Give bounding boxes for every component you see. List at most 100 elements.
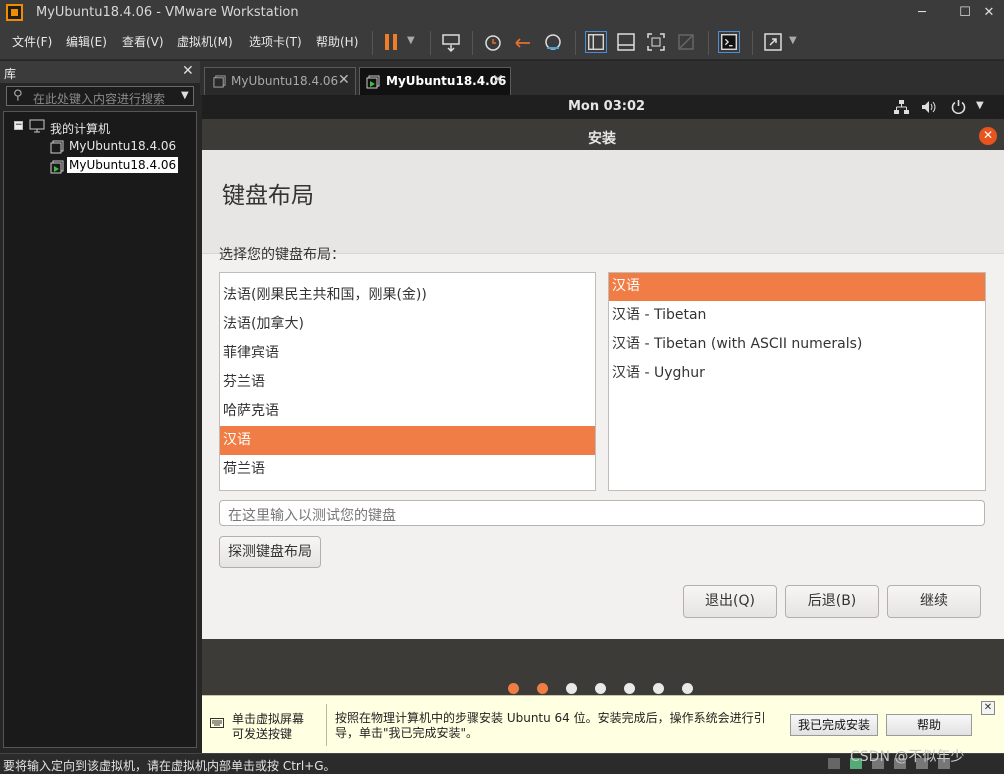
keyboard-icon <box>210 718 224 728</box>
snapshot-icon[interactable] <box>482 31 504 53</box>
minimize-icon[interactable]: ─ <box>907 0 937 25</box>
close-icon[interactable]: ✕ <box>979 127 997 145</box>
installer-dialog: 安装 ✕ 键盘布局 选择您的键盘布局： 法语(刚果民主共和国，刚果(金)) 法语(… <box>202 122 1004 639</box>
library-title: 库 <box>4 67 17 81</box>
computer-icon <box>29 119 45 133</box>
list-item[interactable]: 汉语 - Tibetan <box>609 301 985 330</box>
tab-label: MyUbuntu18.4.06 <box>231 74 339 88</box>
close-icon[interactable]: ✕ <box>182 63 194 79</box>
watermark: CSDN @不似年少 <box>850 749 965 765</box>
list-item-selected[interactable]: 汉语 <box>220 426 595 455</box>
menu-view[interactable]: 查看(V) <box>122 33 164 50</box>
close-window-icon[interactable]: ✕ <box>974 0 1004 25</box>
revert-snapshot-icon[interactable] <box>512 31 534 53</box>
menu-edit[interactable]: 编辑(E) <box>66 33 107 50</box>
vm-icon <box>50 140 64 154</box>
list-item[interactable]: 哈萨克语 <box>220 397 595 426</box>
thumbnail-bar-icon[interactable] <box>615 31 637 53</box>
list-item[interactable]: 法语(刚果民主共和国，刚果(金)) <box>220 281 595 310</box>
network-icon[interactable] <box>894 100 909 114</box>
list-item[interactable]: 法语(加拿大) <box>220 310 595 339</box>
tab-label: MyUbuntu18.4.06 <box>386 74 507 88</box>
menu-vm[interactable]: 虚拟机(M) <box>177 33 233 50</box>
console-view-icon[interactable] <box>718 31 740 53</box>
tree-item-vm-selected[interactable]: MyUbuntu18.4.06 <box>67 157 179 173</box>
vm-icon <box>213 75 226 88</box>
tab-vm-1[interactable]: MyUbuntu18.4.06 ✕ <box>204 67 356 95</box>
list-item[interactable]: 菲律宾语 <box>220 339 595 368</box>
stretch-view-icon[interactable] <box>762 31 784 53</box>
clock[interactable]: Mon 03:02 <box>568 99 645 114</box>
vmware-logo-icon <box>6 4 23 21</box>
send-ctrl-alt-del-icon[interactable] <box>440 31 462 53</box>
chevron-down-icon[interactable]: ▼ <box>976 100 984 111</box>
volume-icon[interactable] <box>921 100 938 114</box>
vm-screen[interactable]: Mon 03:02 ▼ 安装 ✕ 键盘布局 选择您的键盘布局： 法语(刚果民主共… <box>202 95 1004 695</box>
page-title: 键盘布局 <box>222 183 314 209</box>
search-icon: ⚲ <box>13 88 23 103</box>
power-icon[interactable] <box>951 99 966 114</box>
menu-tabs[interactable]: 选项卡(T) <box>249 33 302 50</box>
toolbar-divider <box>472 31 473 55</box>
list-item[interactable]: 汉语 - Tibetan (with ASCII numerals) <box>609 330 985 359</box>
snapshot-manager-icon[interactable] <box>542 31 564 53</box>
dialog-header: 安装 ✕ <box>202 122 1004 150</box>
progress-dot <box>624 683 635 694</box>
progress-dot <box>595 683 606 694</box>
finished-install-button[interactable]: 我已完成安装 <box>790 714 878 736</box>
quit-button[interactable]: 退出(Q) <box>683 585 777 618</box>
library-search-input[interactable]: ⚲ 在此处键入内容进行搜索 ▼ <box>6 86 194 106</box>
dialog-title: 安装 <box>588 131 616 147</box>
menu-help[interactable]: 帮助(H) <box>316 33 358 50</box>
detect-keyboard-layout-button[interactable]: 探测键盘布局 <box>219 536 321 568</box>
heading-band <box>202 150 1004 254</box>
hint-main-text: 按照在物理计算机中的步骤安装 Ubuntu 64 位。安装完成后，操作系统会进行… <box>335 711 766 740</box>
hard-disk-icon[interactable] <box>828 758 840 769</box>
chevron-down-icon[interactable]: ▼ <box>789 35 797 46</box>
continue-button[interactable]: 继续 <box>887 585 981 618</box>
close-tab-icon[interactable]: ✕ <box>492 72 504 88</box>
tree-item-vm[interactable]: MyUbuntu18.4.06 <box>69 139 176 153</box>
close-hint-icon[interactable]: ✕ <box>981 701 995 715</box>
window-title: MyUbuntu18.4.06 - VMware Workstation <box>36 5 299 20</box>
vmware-hint-bar: 单击虚拟屏幕 可发送按键 按照在物理计算机中的步骤安装 Ubuntu 64 位。… <box>202 695 1004 753</box>
back-button[interactable]: 后退(B) <box>785 585 879 618</box>
list-item-selected[interactable]: 汉语 <box>609 273 985 301</box>
menu-file[interactable]: 文件(F) <box>12 33 52 50</box>
close-tab-icon[interactable]: ✕ <box>338 72 350 88</box>
keyboard-test-input[interactable]: 在这里输入以测试您的键盘 <box>219 500 985 526</box>
help-button[interactable]: 帮助 <box>886 714 972 736</box>
vm-running-icon <box>50 160 64 174</box>
tab-vm-2[interactable]: MyUbuntu18.4.06 ✕ <box>359 67 511 95</box>
chevron-down-icon[interactable]: ▼ <box>181 90 189 101</box>
collapse-icon[interactable]: − <box>14 121 23 130</box>
library-header: 库 ✕ <box>0 61 200 83</box>
toolbar-divider <box>372 31 373 55</box>
vm-running-icon <box>366 75 380 89</box>
title-bar: MyUbuntu18.4.06 - VMware Workstation ─ ☐… <box>0 0 1004 25</box>
progress-dot <box>653 683 664 694</box>
keyboard-variant-list[interactable]: 汉语 汉语 - Tibetan 汉语 - Tibetan (with ASCII n… <box>608 272 986 491</box>
status-text: 要将输入定向到该虚拟机，请在虚拟机内部单击或按 Ctrl+G。 <box>3 759 336 773</box>
hint-left-text: 单击虚拟屏幕 可发送按键 <box>232 712 305 741</box>
pause-icon[interactable] <box>380 31 402 53</box>
toolbar-divider <box>752 31 753 55</box>
tree-item-my-computer[interactable]: 我的计算机 <box>50 120 110 137</box>
show-library-icon[interactable] <box>585 31 607 53</box>
fullscreen-icon[interactable] <box>645 31 667 53</box>
test-input-placeholder: 在这里输入以测试您的键盘 <box>228 508 396 524</box>
progress-dot <box>566 683 577 694</box>
unity-mode-icon <box>678 34 694 50</box>
hint-divider <box>326 704 327 746</box>
list-item[interactable]: 汉语 - Uyghur <box>609 359 985 388</box>
toolbar-divider <box>430 31 431 55</box>
toolbar-divider <box>575 31 576 55</box>
gnome-top-bar: Mon 03:02 ▼ <box>202 95 1004 119</box>
progress-dot <box>508 683 519 694</box>
chevron-down-icon[interactable]: ▼ <box>407 35 415 46</box>
list-item[interactable]: 芬兰语 <box>220 368 595 397</box>
keyboard-language-list[interactable]: 法语(刚果民主共和国，刚果(金)) 法语(加拿大) 菲律宾语 芬兰语 哈萨克语 汉语 荷兰语 <box>219 272 596 491</box>
list-item[interactable]: 荷兰语 <box>220 455 595 484</box>
search-placeholder: 在此处键入内容进行搜索 <box>33 92 166 106</box>
toolbar-divider <box>708 31 709 55</box>
